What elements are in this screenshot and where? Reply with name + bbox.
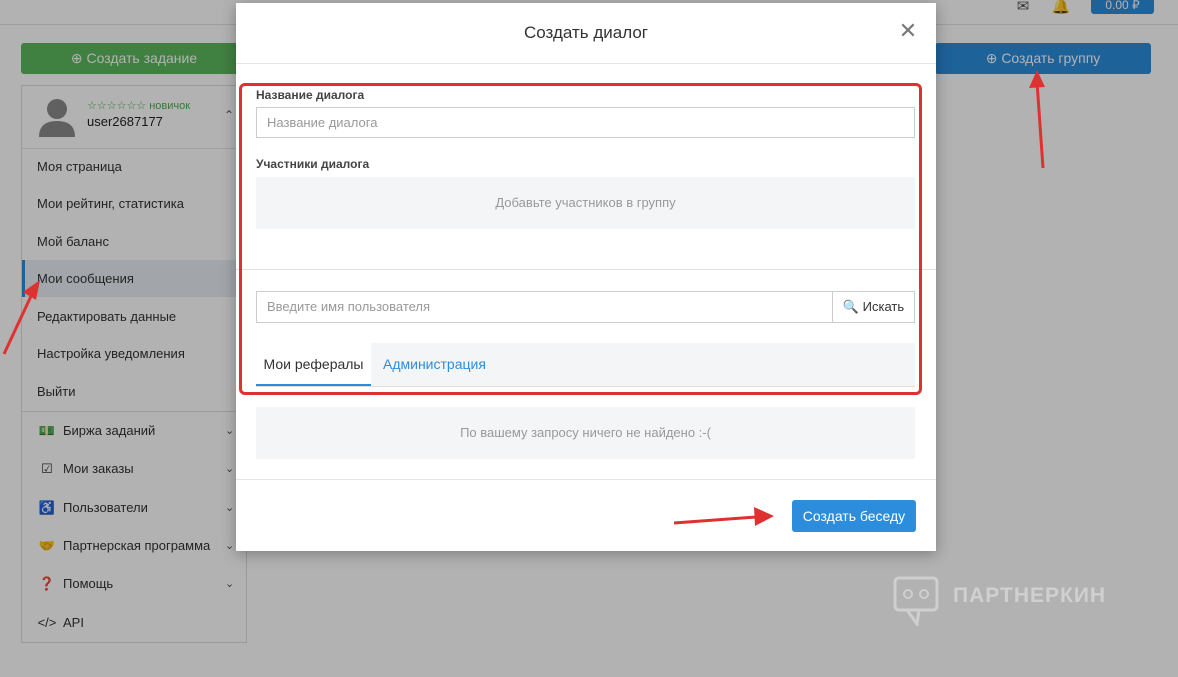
search-results-empty: По вашему запросу ничего не найдено :-( bbox=[256, 407, 915, 459]
annotation-arrow-icon bbox=[2, 280, 40, 355]
modal-footer-divider bbox=[236, 479, 936, 480]
create-conversation-button[interactable]: Создать беседу bbox=[792, 500, 916, 532]
annotation-arrow-icon bbox=[673, 507, 774, 526]
annotation-highlight-box bbox=[239, 83, 922, 395]
watermark-text: ПАРТНЕРКИН bbox=[953, 584, 1107, 607]
watermark: ПАРТНЕРКИН bbox=[893, 576, 1133, 628]
watermark-logo-icon bbox=[893, 576, 939, 628]
modal-header: Создать диалог ✕ bbox=[236, 3, 936, 64]
close-icon[interactable]: ✕ bbox=[898, 20, 918, 42]
modal-title: Создать диалог bbox=[524, 23, 648, 42]
annotation-arrow-icon bbox=[1029, 70, 1045, 169]
